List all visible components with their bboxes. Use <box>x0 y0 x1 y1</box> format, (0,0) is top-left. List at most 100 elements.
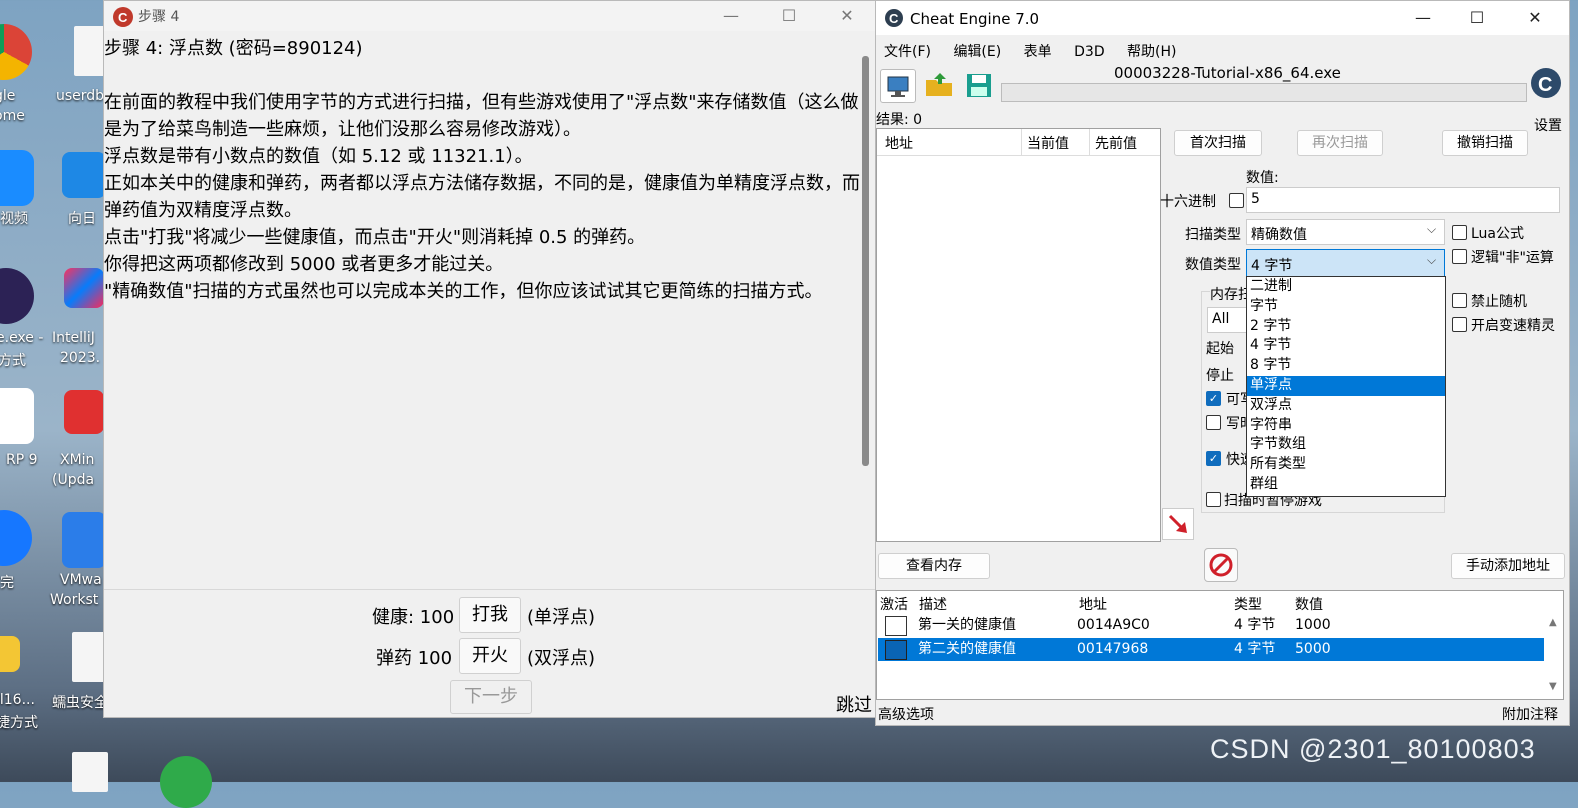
ce-title-bar[interactable]: C Cheat Engine 7.0 — ☐ ✕ <box>876 1 1569 35</box>
table-header[interactable]: 地址 <box>1079 594 1107 614</box>
dropdown-option[interactable]: 所有类型 <box>1247 455 1445 475</box>
writable-checkbox[interactable]: ✓ <box>1206 391 1221 406</box>
dropdown-option[interactable]: 字节数组 <box>1247 435 1445 455</box>
skip-link[interactable]: 跳过 <box>836 691 872 717</box>
table-header[interactable]: 数值 <box>1295 594 1323 614</box>
table-header[interactable]: 激活 <box>880 594 908 614</box>
document-icon[interactable] <box>72 752 108 792</box>
stop-button[interactable] <box>1204 548 1238 582</box>
axure-icon[interactable] <box>0 388 34 444</box>
dropdown-option[interactable]: 字符串 <box>1247 416 1445 436</box>
open-process-button[interactable] <box>880 69 916 103</box>
speedhack-checkbox[interactable] <box>1452 317 1467 332</box>
process-name: 00003228-Tutorial-x86_64.exe <box>1114 64 1341 82</box>
xmind-icon[interactable] <box>64 390 104 434</box>
video-app-icon[interactable] <box>0 150 34 206</box>
dropdown-option[interactable]: 8 字节 <box>1247 356 1445 376</box>
pause-game-checkbox[interactable] <box>1206 492 1221 507</box>
table-header[interactable]: 描述 <box>919 594 947 614</box>
table-header[interactable]: 类型 <box>1234 594 1262 614</box>
vmware-icon[interactable] <box>62 512 106 568</box>
ammo-type-label: (双浮点) <box>527 648 596 669</box>
dropdown-option[interactable]: 2 字节 <box>1247 317 1445 337</box>
maximize-icon[interactable]: ☐ <box>774 5 804 27</box>
active-checkbox[interactable] <box>885 640 907 660</box>
menu-file[interactable]: 文件(F) <box>884 44 931 60</box>
scrollbar[interactable] <box>862 56 869 466</box>
no-random-label: 禁止随机 <box>1471 294 1527 310</box>
table-comments-link[interactable]: 附加注释 <box>1502 704 1558 724</box>
desktop-icon-label: 完 <box>0 575 14 591</box>
red-arrow-icon <box>1168 514 1187 533</box>
column-header[interactable]: 先前值 <box>1095 133 1137 153</box>
dropdown-option-selected[interactable]: 单浮点 <box>1247 375 1445 396</box>
menu-d3d[interactable]: D3D <box>1074 44 1104 60</box>
window-title: 步骤 4 <box>138 9 180 25</box>
scroll-up-icon[interactable]: ▲ <box>1549 617 1557 628</box>
value-type-select[interactable]: 4 字节 ⌵ <box>1246 249 1445 277</box>
table-row[interactable]: 第一关的健康值 0014A9C0 4 字节 1000 <box>878 614 1544 637</box>
next-scan-button[interactable]: 再次扫描 <box>1297 130 1383 156</box>
watermark: CSDN @2301_80100803 <box>1210 734 1536 764</box>
column-header[interactable]: 地址 <box>885 133 913 153</box>
close-icon[interactable]: ✕ <box>832 5 862 27</box>
app-icon[interactable] <box>160 756 212 808</box>
table-row-selected[interactable]: 第二关的健康值 00147968 4 字节 5000 <box>878 638 1544 661</box>
advanced-options-link[interactable]: 高级选项 <box>878 704 934 724</box>
chrome-icon[interactable] <box>0 24 32 80</box>
column-header[interactable]: 当前值 <box>1027 133 1069 153</box>
settings-label[interactable]: 设置 <box>1534 115 1562 135</box>
chat-app-icon[interactable] <box>0 510 32 566</box>
scan-type-select[interactable]: 精确数值 ⌵ <box>1246 219 1445 245</box>
hit-me-button[interactable]: 打我 <box>459 597 521 633</box>
fast-scan-checkbox[interactable]: ✓ <box>1206 451 1221 466</box>
computer-icon <box>887 76 909 97</box>
minimize-icon[interactable]: — <box>716 5 746 27</box>
maximize-icon[interactable]: ☐ <box>1462 7 1492 29</box>
row-address: 00147968 <box>1077 641 1149 657</box>
intellij-icon[interactable] <box>64 268 104 308</box>
address-table[interactable]: 激活 描述 地址 类型 数值 第一关的健康值 0014A9C0 4 字节 100… <box>876 590 1564 700</box>
undo-scan-button[interactable]: 撤销扫描 <box>1442 130 1528 156</box>
hex-checkbox[interactable] <box>1229 193 1244 208</box>
dropdown-option[interactable]: 双浮点 <box>1247 396 1445 416</box>
no-random-checkbox[interactable] <box>1452 293 1467 308</box>
svg-text:C: C <box>889 11 899 26</box>
memory-region-select[interactable]: All <box>1207 307 1249 333</box>
lua-checkbox[interactable] <box>1452 225 1467 240</box>
eclipse-icon[interactable] <box>0 268 34 324</box>
folder-icon <box>926 73 952 96</box>
value-type-dropdown[interactable]: 二进制 字节 2 字节 4 字节 8 字节 单浮点 双浮点 字符串 字节数组 所… <box>1246 276 1446 497</box>
cheat-engine-icon: C <box>113 7 133 27</box>
not-label: 逻辑"非"运算 <box>1471 250 1554 266</box>
divider <box>104 589 875 590</box>
settings-logo-icon[interactable]: C <box>1528 61 1564 111</box>
remote-app-icon[interactable] <box>62 152 106 198</box>
save-button[interactable] <box>962 69 996 101</box>
next-button[interactable]: 下一步 <box>450 680 532 714</box>
close-icon[interactable]: ✕ <box>1520 7 1550 29</box>
tutorial-title-bar[interactable]: C 步骤 4 — ☐ ✕ <box>104 1 875 31</box>
active-checkbox[interactable] <box>885 616 907 636</box>
found-address-list[interactable]: 地址 当前值 先前值 <box>876 128 1161 542</box>
dropdown-option[interactable]: 二进制 <box>1247 277 1445 297</box>
value-input[interactable]: 5 <box>1246 187 1560 213</box>
not-checkbox[interactable] <box>1452 249 1467 264</box>
no-entry-icon <box>1209 553 1233 577</box>
add-to-list-button[interactable] <box>1162 508 1194 540</box>
dropdown-option[interactable]: 字节 <box>1247 297 1445 317</box>
dropdown-option[interactable]: 4 字节 <box>1247 336 1445 356</box>
minimize-icon[interactable]: — <box>1408 7 1438 29</box>
open-file-button[interactable] <box>922 69 956 101</box>
menu-table[interactable]: 表单 <box>1024 44 1052 60</box>
view-memory-button[interactable]: 查看内存 <box>878 553 990 579</box>
dropdown-option[interactable]: 群组 <box>1247 475 1445 495</box>
fire-button[interactable]: 开火 <box>459 638 521 674</box>
menu-edit[interactable]: 编辑(E) <box>953 44 1001 60</box>
shell-icon[interactable] <box>0 636 20 672</box>
first-scan-button[interactable]: 首次扫描 <box>1174 130 1262 156</box>
menu-help[interactable]: 帮助(H) <box>1127 44 1176 60</box>
scroll-down-icon[interactable]: ▼ <box>1549 681 1557 692</box>
copy-on-write-checkbox[interactable] <box>1206 415 1221 430</box>
add-address-manually-button[interactable]: 手动添加地址 <box>1451 553 1565 579</box>
